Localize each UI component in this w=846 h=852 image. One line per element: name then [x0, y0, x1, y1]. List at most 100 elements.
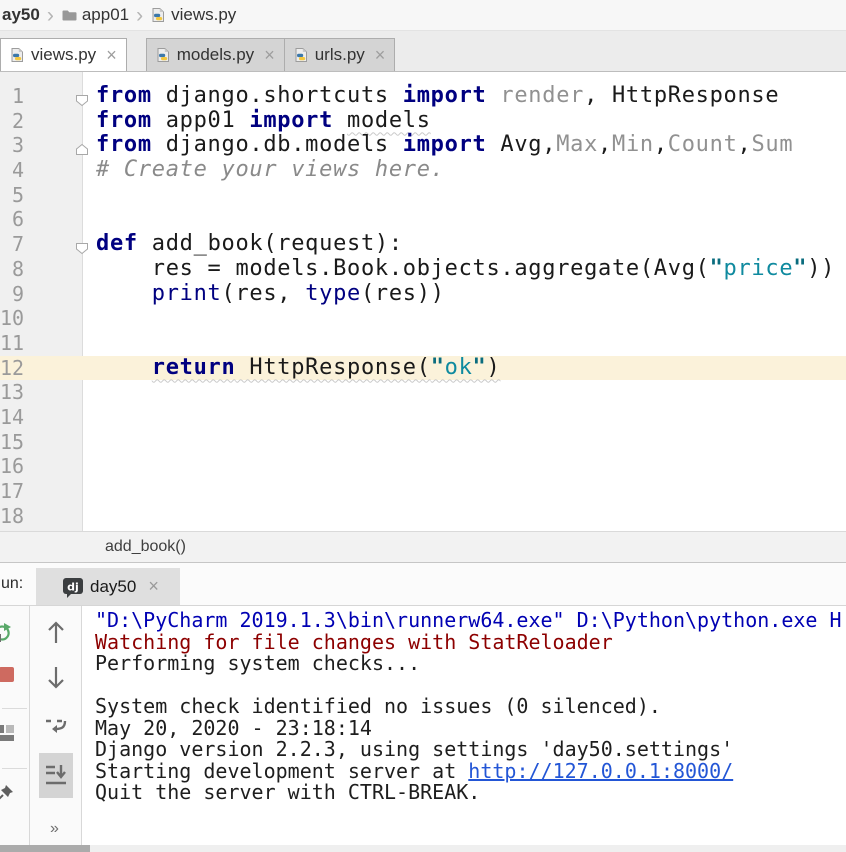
code-line[interactable]: 18	[0, 504, 846, 529]
code-line[interactable]: 16	[0, 454, 846, 479]
tab-views-py[interactable]: views.py ×	[0, 38, 127, 71]
code-line[interactable]: 17	[0, 479, 846, 504]
python-file-icon	[155, 47, 171, 63]
python-file-icon	[293, 47, 309, 63]
pycharm-window: ay50 › app01 › views.py views.py × model…	[0, 0, 846, 852]
close-icon[interactable]: ×	[264, 45, 275, 66]
python-file-icon	[9, 47, 25, 63]
line-number[interactable]: 3	[0, 133, 24, 158]
line-number[interactable]: 19	[0, 528, 24, 531]
scroll-to-end-button[interactable]	[44, 762, 68, 788]
horizontal-scrollbar-thumb[interactable]	[0, 845, 90, 852]
code-line[interactable]: 12 return HttpResponse("ok")	[0, 356, 846, 381]
line-number[interactable]: 2	[0, 109, 24, 134]
run-toolwindow-header: un: day50 ×	[0, 563, 846, 606]
code-line[interactable]: 14	[0, 405, 846, 430]
code-text: from app01 import models	[96, 109, 431, 134]
line-number[interactable]: 18	[0, 504, 24, 529]
close-icon[interactable]: ×	[106, 45, 117, 66]
pin-tab-button[interactable]	[0, 782, 16, 804]
code-line[interactable]: 10	[0, 306, 846, 331]
stop-button[interactable]	[0, 666, 15, 683]
code-line[interactable]: 9 print(res, type(res))	[0, 282, 846, 307]
tab-label: views.py	[31, 45, 96, 65]
line-number[interactable]: 4	[0, 158, 24, 183]
code-line[interactable]: 6	[0, 207, 846, 232]
line-number[interactable]: 10	[0, 306, 24, 331]
tab-label: models.py	[177, 45, 254, 65]
fold-marker[interactable]	[75, 138, 89, 151]
console-line: Django version 2.2.3, using settings 'da…	[95, 739, 846, 761]
code-text: res = models.Book.objects.aggregate(Avg(…	[96, 257, 835, 282]
run-toolbar	[0, 606, 30, 845]
code-line[interactable]: 5	[0, 183, 846, 208]
fold-marker[interactable]	[75, 237, 89, 250]
console-link[interactable]: http://127.0.0.1:8000/	[468, 759, 733, 783]
console-toolbar: »	[30, 606, 82, 845]
code-line[interactable]: 11	[0, 331, 846, 356]
code-text: from django.db.models import Avg,Max,Min…	[96, 133, 793, 158]
line-number[interactable]: 14	[0, 405, 24, 430]
code-text: return HttpResponse("ok")	[96, 356, 500, 381]
console-line: May 20, 2020 - 23:18:14	[95, 718, 846, 740]
code-text: def add_book(request):	[96, 232, 403, 257]
line-number[interactable]: 16	[0, 454, 24, 479]
console-line: Quit the server with CTRL-BREAK.	[95, 782, 846, 804]
context-function[interactable]: add_book()	[105, 538, 186, 556]
up-stack-trace-button[interactable]	[45, 620, 67, 646]
line-number[interactable]: 12	[0, 356, 24, 381]
tab-models-py[interactable]: models.py ×	[146, 38, 285, 71]
run-toolwindow-label: un:	[0, 575, 24, 593]
code-line[interactable]: 15	[0, 430, 846, 455]
run-tab-day50[interactable]: day50 ×	[36, 568, 180, 605]
python-file-icon	[150, 7, 166, 23]
line-number[interactable]: 8	[0, 257, 24, 282]
soft-wrap-button[interactable]	[43, 714, 69, 740]
code-line[interactable]: 7 def add_book(request):	[0, 232, 846, 257]
code-text: from django.shortcuts import render, Htt…	[96, 84, 779, 109]
code-line[interactable]: 4# Create your views here.	[0, 158, 846, 183]
code-line[interactable]: 3 from django.db.models import Avg,Max,Mi…	[0, 133, 846, 158]
breadcrumb-item-file[interactable]: views.py	[150, 5, 236, 25]
rerun-button[interactable]	[0, 622, 14, 644]
line-number[interactable]: 13	[0, 380, 24, 405]
breadcrumb-item-project[interactable]: ay50	[2, 5, 40, 25]
breadcrumb-item-package[interactable]: app01	[61, 5, 129, 25]
tab-urls-py[interactable]: urls.py ×	[284, 38, 396, 71]
console-line: "D:\PyCharm 2019.1.3\bin\runnerw64.exe" …	[95, 610, 846, 632]
line-number[interactable]: 5	[0, 183, 24, 208]
line-number[interactable]: 11	[0, 331, 24, 356]
console-line: System check identified no issues (0 sil…	[95, 696, 846, 718]
folder-icon	[61, 7, 77, 23]
code-line[interactable]: 8 res = models.Book.objects.aggregate(Av…	[0, 257, 846, 282]
restore-layout-button[interactable]	[0, 722, 16, 744]
editor-tab-strip: views.py × models.py × urls.py ×	[0, 31, 846, 72]
context-bar: add_book()	[0, 531, 846, 563]
code-line[interactable]: 13	[0, 380, 846, 405]
code-line[interactable]: 1 from django.shortcuts import render, Ht…	[0, 84, 846, 109]
code-line[interactable]: 19	[0, 528, 846, 531]
down-stack-trace-button[interactable]	[45, 664, 67, 690]
horizontal-scrollbar[interactable]	[0, 845, 846, 852]
close-icon[interactable]: ×	[375, 45, 386, 66]
line-number[interactable]: 7	[0, 232, 24, 257]
line-number[interactable]: 17	[0, 479, 24, 504]
run-console-output[interactable]: "D:\PyCharm 2019.1.3\bin\runnerw64.exe" …	[82, 606, 846, 845]
fold-marker[interactable]	[75, 89, 89, 102]
line-number[interactable]: 15	[0, 430, 24, 455]
code-line[interactable]: 2 from app01 import models	[0, 109, 846, 134]
run-toolwindow-body: » "D:\PyCharm 2019.1.3\bin\runnerw64.exe…	[0, 606, 846, 845]
breadcrumb-label: views.py	[171, 5, 236, 25]
line-number[interactable]: 1	[0, 84, 24, 109]
close-icon[interactable]: ×	[148, 576, 159, 597]
line-number[interactable]: 6	[0, 207, 24, 232]
console-line: Watching for file changes with StatReloa…	[95, 632, 846, 654]
line-number[interactable]: 9	[0, 282, 24, 307]
console-line: Performing system checks...	[95, 653, 846, 675]
console-line	[95, 675, 846, 697]
tab-label: urls.py	[315, 45, 365, 65]
code-editor[interactable]: 1 from django.shortcuts import render, Ht…	[0, 72, 846, 531]
toolbar-divider	[2, 708, 27, 709]
more-options-button[interactable]: »	[30, 820, 81, 838]
editor-rows: 1 from django.shortcuts import render, Ht…	[0, 72, 846, 531]
